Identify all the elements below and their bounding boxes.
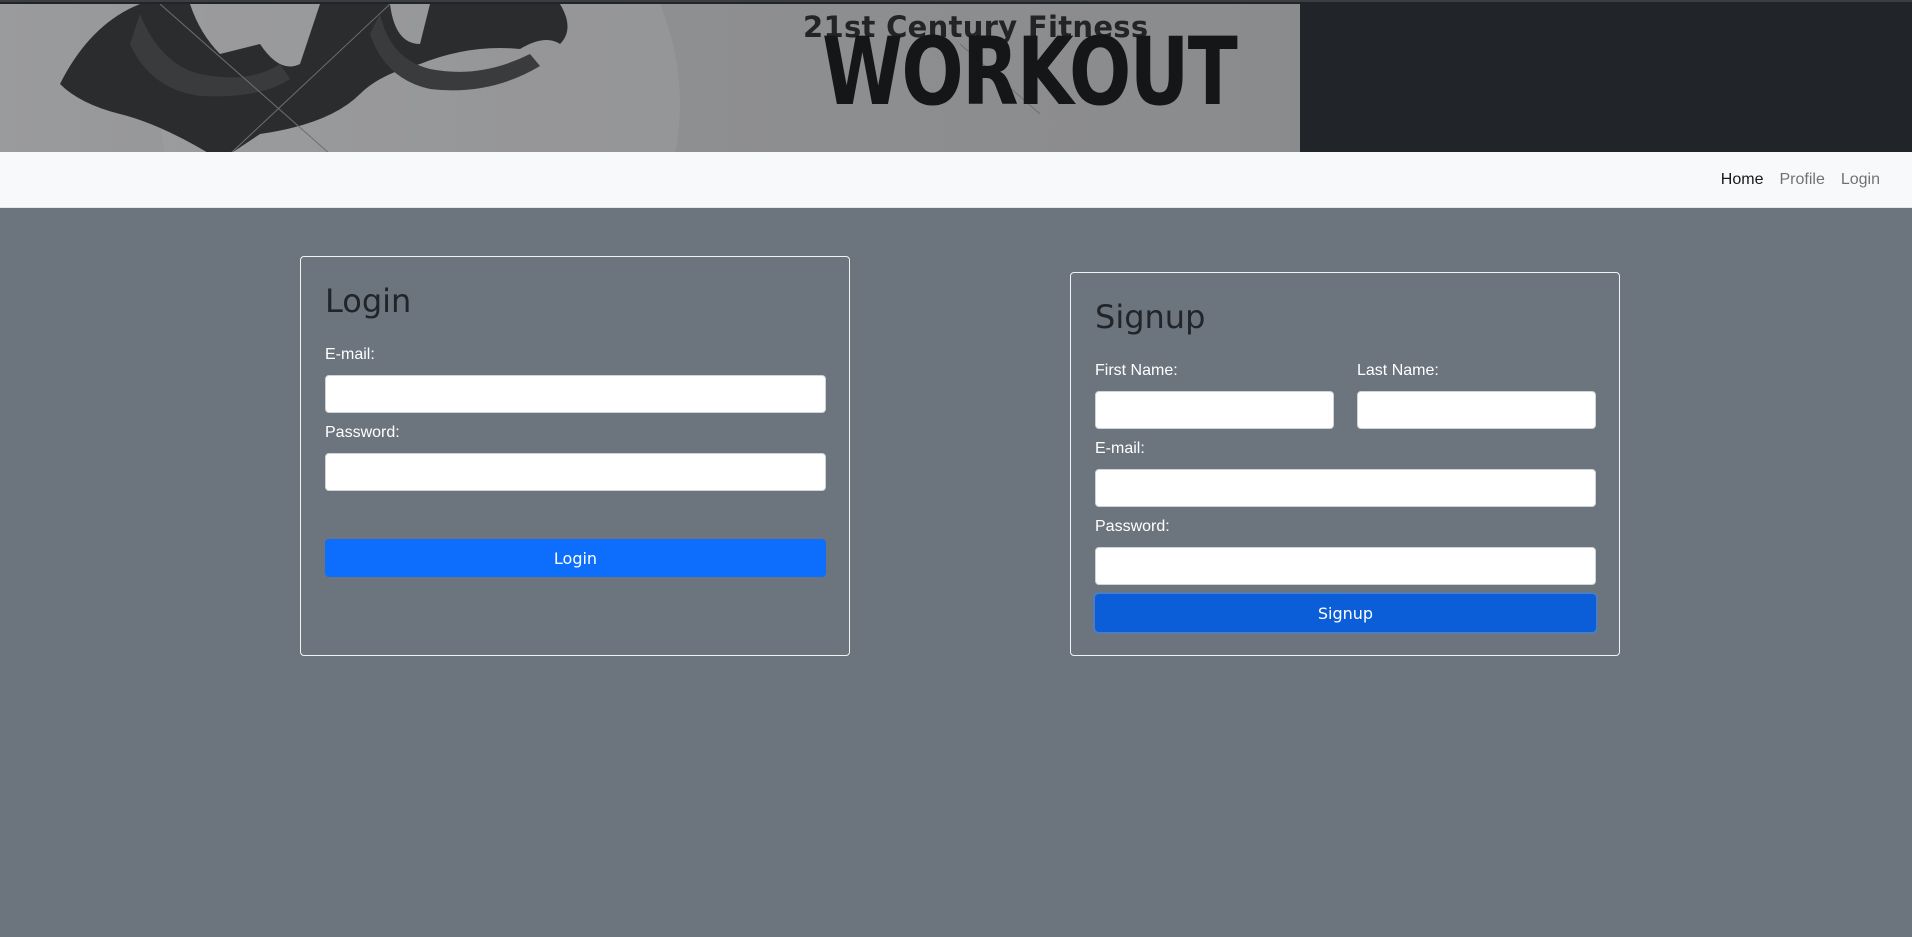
- nav-profile-link[interactable]: Profile: [1779, 171, 1824, 189]
- login-button[interactable]: Login: [325, 539, 826, 577]
- navbar: Home Profile Login: [0, 152, 1912, 208]
- signup-password-input[interactable]: [1095, 547, 1596, 585]
- login-password-input[interactable]: [325, 453, 826, 491]
- signup-password-label: Password:: [1095, 518, 1170, 535]
- nav-login-link[interactable]: Login: [1841, 171, 1880, 189]
- signup-email-label: E-mail:: [1095, 440, 1145, 457]
- banner-title: WORKOUT: [822, 18, 1238, 127]
- login-card: Login E-mail: Password: Login: [300, 256, 850, 656]
- signup-title: Signup: [1095, 298, 1206, 336]
- signup-email-input[interactable]: [1095, 469, 1596, 507]
- header-banner: 21st Century Fitness WORKOUT: [0, 0, 1912, 154]
- signup-card: Signup First Name: Last Name: E-mail: Pa…: [1070, 272, 1620, 656]
- signup-last-name-label: Last Name:: [1357, 362, 1439, 379]
- nav-home-link[interactable]: Home: [1721, 171, 1764, 189]
- nav-links: Home Profile Login: [1721, 152, 1880, 208]
- signup-first-name-input[interactable]: [1095, 391, 1334, 429]
- signup-button[interactable]: Signup: [1095, 594, 1596, 632]
- login-title: Login: [325, 282, 412, 320]
- signup-first-name-label: First Name:: [1095, 362, 1178, 379]
- banner-image: 21st Century Fitness WORKOUT: [0, 4, 1300, 154]
- login-password-label: Password:: [325, 424, 400, 441]
- signup-last-name-input[interactable]: [1357, 391, 1596, 429]
- login-email-input[interactable]: [325, 375, 826, 413]
- login-email-label: E-mail:: [325, 346, 375, 363]
